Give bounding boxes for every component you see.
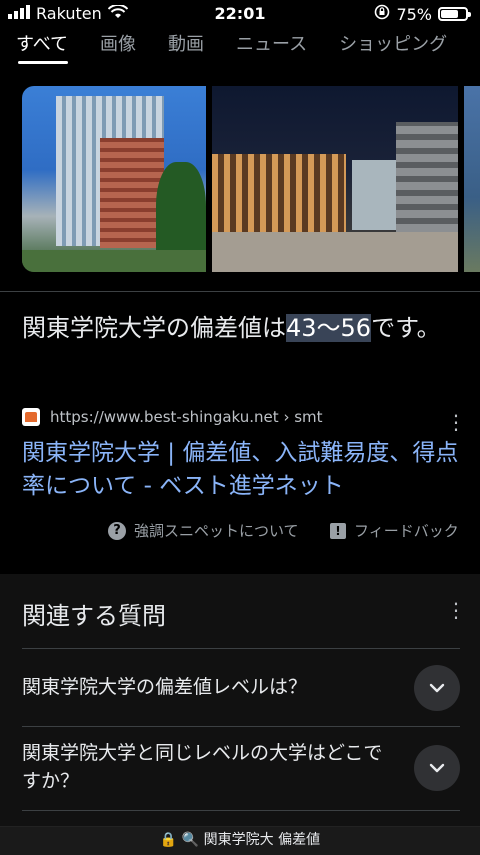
- question-row[interactable]: 関東学院大学と同じレベルの大学はどこですか？: [22, 726, 460, 811]
- tab-shopping[interactable]: ショッピング: [323, 30, 463, 60]
- search-tabs: すべて 画像 動画 ニュース ショッピング: [0, 30, 480, 64]
- battery-fill: [441, 10, 458, 18]
- tab-all[interactable]: すべて: [0, 30, 84, 64]
- orientation-lock-icon: [374, 4, 390, 24]
- address-query: 関東学院大 偏差値: [203, 832, 321, 848]
- tab-videos[interactable]: 動画: [152, 30, 220, 60]
- tab-news[interactable]: ニュース: [220, 30, 323, 60]
- feedback-label: フィードバック: [354, 522, 459, 540]
- question-text: 関東学院大学と同じレベルの大学はどこですか？: [22, 742, 383, 792]
- building-shape: [212, 154, 346, 234]
- question-row[interactable]: 関東学院大学の偏差値レベルは？: [22, 648, 460, 727]
- source-url: https://www.best-shingaku.net: [50, 408, 279, 426]
- answer-text: 関東学院大学の偏差値は: [22, 314, 286, 342]
- battery-icon: [438, 7, 471, 21]
- related-questions-title: 関連する質問: [22, 602, 166, 630]
- plaza-shape: [212, 232, 458, 272]
- about-snippet-button[interactable]: ? 強調スニペットについて: [108, 520, 299, 541]
- section-separator: [0, 564, 480, 574]
- tab-images[interactable]: 画像: [84, 30, 152, 60]
- status-bar: Rakuten 22:01 75%: [0, 0, 480, 28]
- source-path: › smt: [283, 408, 323, 426]
- ground-shape: [22, 250, 206, 272]
- chevron-down-icon[interactable]: [414, 665, 460, 711]
- result-link[interactable]: 関東学院大学 | 偏差値、入試難易度、得点率について - ベスト進学ネット: [22, 437, 462, 503]
- answer-highlight: 43〜56: [286, 314, 372, 342]
- chevron-down-icon[interactable]: [414, 745, 460, 791]
- battery-percent: 75%: [396, 4, 432, 24]
- snippet-feedback-row: ? 強調スニペットについて ! フィードバック: [0, 520, 480, 544]
- result-source[interactable]: https://www.best-shingaku.net › smt: [22, 408, 323, 426]
- feedback-button[interactable]: ! フィードバック: [330, 520, 459, 541]
- building-shape: [100, 138, 164, 248]
- address-bar[interactable]: 🔒 🔍 関東学院大 偏差値: [0, 826, 480, 855]
- feedback-icon: !: [330, 522, 346, 539]
- image-carousel[interactable]: [22, 86, 480, 272]
- about-snippet-label: 強調スニペットについて: [134, 522, 299, 540]
- building-shape: [396, 122, 458, 232]
- more-options-icon[interactable]: ⋮: [446, 412, 466, 432]
- question-text: 関東学院大学の偏差値レベルは？: [22, 676, 308, 698]
- site-favicon-icon: [22, 408, 40, 426]
- lock-icon: 🔒: [159, 832, 178, 848]
- divider: [22, 810, 460, 811]
- search-icon: 🔍: [181, 832, 200, 848]
- divider: [0, 291, 480, 292]
- answer-text-end: です。: [371, 314, 441, 342]
- campus-image-1[interactable]: [22, 86, 206, 272]
- campus-image-3[interactable]: [464, 86, 480, 272]
- campus-image-2[interactable]: [212, 86, 458, 272]
- featured-snippet-answer: 関東学院大学の偏差値は43〜56です。: [22, 310, 462, 347]
- help-icon: ?: [108, 521, 126, 540]
- related-more-icon[interactable]: ⋮: [446, 600, 466, 620]
